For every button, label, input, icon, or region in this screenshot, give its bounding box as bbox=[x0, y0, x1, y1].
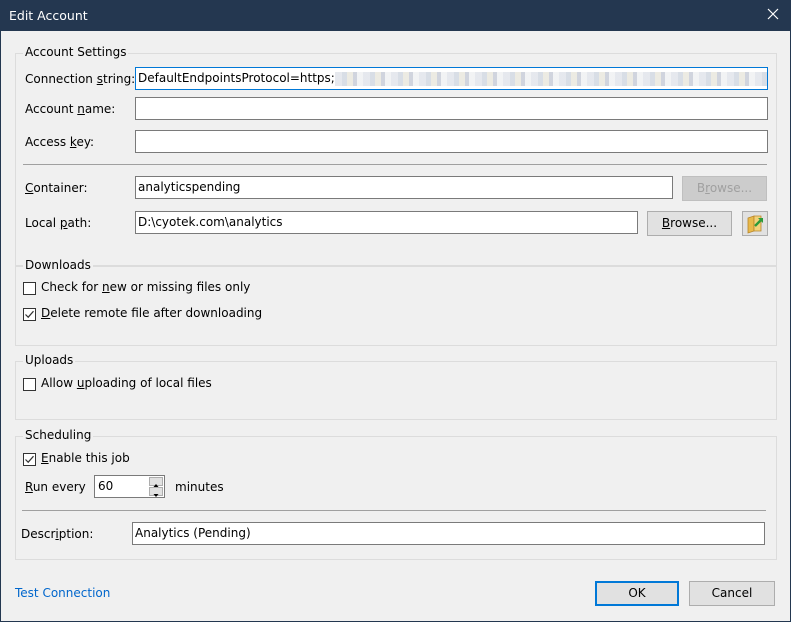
connection-string-input[interactable]: DefaultEndpointsProtocol=https; bbox=[135, 67, 768, 90]
test-connection-link[interactable]: Test Connection bbox=[15, 586, 110, 600]
account-name-label: Account name: bbox=[25, 102, 116, 116]
account-name-input[interactable] bbox=[135, 97, 768, 120]
separator bbox=[22, 510, 766, 511]
ok-button[interactable]: OK bbox=[595, 581, 679, 606]
account-settings-title: Account Settings bbox=[23, 45, 129, 59]
spin-down-button[interactable] bbox=[149, 487, 163, 497]
local-path-browse-button[interactable]: Browse... bbox=[647, 211, 732, 236]
arrow-down-icon bbox=[153, 494, 159, 497]
run-every-label: Run every bbox=[25, 480, 86, 494]
close-icon bbox=[767, 8, 779, 20]
spin-up-button[interactable] bbox=[149, 477, 163, 487]
downloads-title: Downloads bbox=[23, 258, 93, 272]
window-title: Edit Account bbox=[9, 8, 88, 23]
connection-string-label: Connection string: bbox=[25, 72, 136, 86]
separator bbox=[23, 164, 767, 165]
allow-uploading-label[interactable]: Allow uploading of local files bbox=[41, 376, 212, 390]
scheduling-title: Scheduling bbox=[23, 428, 94, 442]
enable-job-checkbox[interactable] bbox=[23, 453, 36, 466]
open-folder-icon bbox=[747, 215, 763, 234]
uploads-group bbox=[15, 361, 777, 420]
check-new-files-label[interactable]: Check for new or missing files only bbox=[41, 280, 250, 294]
cancel-button[interactable]: Cancel bbox=[689, 581, 775, 606]
checkmark-icon bbox=[25, 455, 34, 464]
minutes-label: minutes bbox=[175, 480, 224, 494]
description-label: Description: bbox=[21, 527, 94, 541]
delete-remote-label[interactable]: Delete remote file after downloading bbox=[41, 306, 262, 320]
delete-remote-checkbox[interactable] bbox=[23, 308, 36, 321]
allow-uploading-checkbox[interactable] bbox=[23, 378, 36, 391]
run-every-spinner[interactable]: 60 bbox=[94, 475, 165, 498]
container-label: Container: bbox=[25, 181, 88, 195]
container-input[interactable]: analyticspending bbox=[135, 176, 673, 199]
container-browse-button[interactable]: Browse... bbox=[682, 176, 767, 201]
local-path-input[interactable]: D:\cyotek.com\analytics bbox=[135, 211, 638, 234]
access-key-label: Access key: bbox=[25, 135, 95, 149]
check-new-files-checkbox[interactable] bbox=[23, 282, 36, 295]
open-folder-button[interactable] bbox=[742, 211, 768, 236]
local-path-label: Local path: bbox=[25, 216, 92, 230]
title-bar: Edit Account bbox=[0, 0, 791, 31]
access-key-input[interactable] bbox=[135, 130, 768, 153]
close-button[interactable] bbox=[761, 4, 785, 26]
spinner-buttons bbox=[149, 477, 163, 497]
dialog-body: Account Settings Connection string: Defa… bbox=[1, 31, 790, 621]
redacted-connection-string bbox=[334, 71, 767, 86]
run-every-value[interactable]: 60 bbox=[98, 479, 113, 493]
enable-job-label[interactable]: Enable this job bbox=[41, 451, 130, 465]
checkmark-icon bbox=[25, 310, 34, 319]
uploads-title: Uploads bbox=[23, 353, 76, 367]
description-input[interactable]: Analytics (Pending) bbox=[132, 522, 765, 545]
